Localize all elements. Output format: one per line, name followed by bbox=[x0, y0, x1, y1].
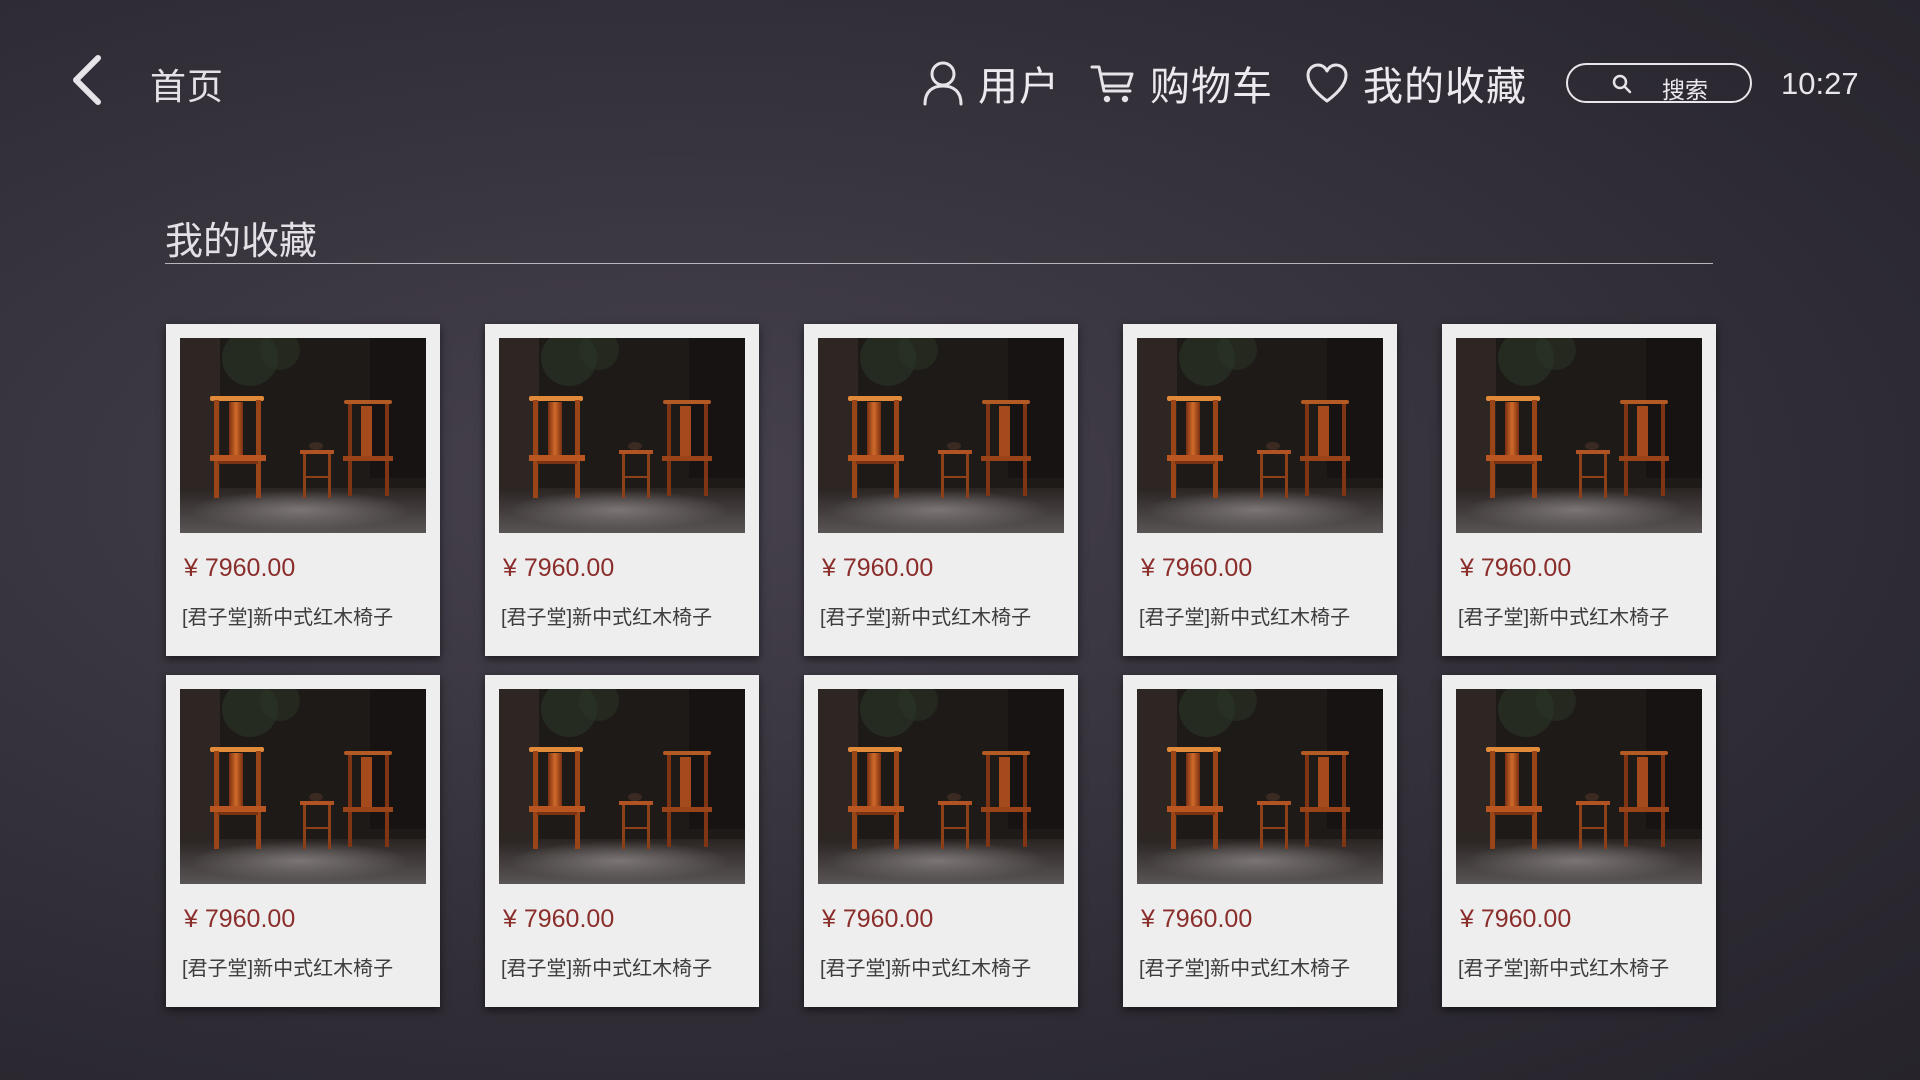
search-button[interactable]: 搜索 bbox=[1566, 63, 1752, 103]
favorites-grid: ¥ 7960.00 [君子堂]新中式红木椅子 ¥ 7960.00 [君子堂]新中… bbox=[166, 324, 1716, 1007]
product-name: [君子堂]新中式红木椅子 bbox=[501, 958, 713, 980]
product-price: ¥ 7960.00 bbox=[1460, 554, 1572, 582]
product-price: ¥ 7960.00 bbox=[503, 554, 615, 582]
product-name: [君子堂]新中式红木椅子 bbox=[820, 958, 1032, 980]
product-name: [君子堂]新中式红木椅子 bbox=[1139, 607, 1351, 629]
chair-set-photo bbox=[180, 689, 426, 884]
nav-user[interactable]: 用户 bbox=[922, 55, 1060, 111]
product-card-2[interactable]: ¥ 7960.00 [君子堂]新中式红木椅子 bbox=[485, 324, 759, 656]
home-label[interactable]: 首页 bbox=[150, 58, 224, 110]
chair-set-photo bbox=[1137, 338, 1383, 533]
product-image bbox=[180, 338, 426, 533]
product-card-3[interactable]: ¥ 7960.00 [君子堂]新中式红木椅子 bbox=[804, 324, 1078, 656]
user-icon bbox=[923, 61, 963, 106]
chair-set-photo bbox=[818, 689, 1064, 884]
product-card-6[interactable]: ¥ 7960.00 [君子堂]新中式红木椅子 bbox=[166, 675, 440, 1007]
search-icon bbox=[1612, 74, 1632, 94]
chair-set-photo bbox=[499, 689, 745, 884]
product-price: ¥ 7960.00 bbox=[503, 905, 615, 933]
product-name: [君子堂]新中式红木椅子 bbox=[1458, 958, 1670, 980]
section-divider bbox=[165, 263, 1713, 264]
chevron-left-icon bbox=[73, 55, 101, 105]
product-name: [君子堂]新中式红木椅子 bbox=[1458, 607, 1670, 629]
clock: 10:27 bbox=[1781, 66, 1859, 101]
product-card-1[interactable]: ¥ 7960.00 [君子堂]新中式红木椅子 bbox=[166, 324, 440, 656]
product-image bbox=[499, 689, 745, 884]
product-card-4[interactable]: ¥ 7960.00 [君子堂]新中式红木椅子 bbox=[1123, 324, 1397, 656]
nav-favorites[interactable]: 我的收藏 bbox=[1305, 55, 1527, 111]
product-image bbox=[818, 338, 1064, 533]
product-card-7[interactable]: ¥ 7960.00 [君子堂]新中式红木椅子 bbox=[485, 675, 759, 1007]
product-name: [君子堂]新中式红木椅子 bbox=[1139, 958, 1351, 980]
product-image bbox=[1456, 689, 1702, 884]
nav-cart[interactable]: 购物车 bbox=[1090, 55, 1273, 111]
back-button[interactable] bbox=[62, 52, 112, 108]
nav-user-label: 用户 bbox=[978, 65, 1060, 109]
nav-cart-label: 购物车 bbox=[1150, 65, 1273, 109]
nav-favorites-label: 我的收藏 bbox=[1363, 65, 1527, 109]
chair-set-photo bbox=[499, 338, 745, 533]
chair-set-photo bbox=[818, 338, 1064, 533]
product-name: [君子堂]新中式红木椅子 bbox=[820, 607, 1032, 629]
product-image bbox=[1137, 689, 1383, 884]
chair-set-photo bbox=[1137, 689, 1383, 884]
chair-set-photo bbox=[1456, 338, 1702, 533]
product-card-5[interactable]: ¥ 7960.00 [君子堂]新中式红木椅子 bbox=[1442, 324, 1716, 656]
product-price: ¥ 7960.00 bbox=[184, 554, 296, 582]
product-card-8[interactable]: ¥ 7960.00 [君子堂]新中式红木椅子 bbox=[804, 675, 1078, 1007]
product-price: ¥ 7960.00 bbox=[822, 905, 934, 933]
cart-icon bbox=[1090, 65, 1134, 103]
product-image bbox=[1456, 338, 1702, 533]
top-bar: 首页 用户 购物车 我的收藏 搜索 10:27 bbox=[0, 0, 1920, 170]
product-image bbox=[180, 689, 426, 884]
product-name: [君子堂]新中式红木椅子 bbox=[501, 607, 713, 629]
product-card-9[interactable]: ¥ 7960.00 [君子堂]新中式红木椅子 bbox=[1123, 675, 1397, 1007]
search-label: 搜索 bbox=[1662, 77, 1708, 103]
heart-icon bbox=[1306, 63, 1348, 103]
chair-set-photo bbox=[180, 338, 426, 533]
chair-set-photo bbox=[1456, 689, 1702, 884]
product-price: ¥ 7960.00 bbox=[1460, 905, 1572, 933]
product-image bbox=[1137, 338, 1383, 533]
product-name: [君子堂]新中式红木椅子 bbox=[182, 607, 394, 629]
product-price: ¥ 7960.00 bbox=[1141, 905, 1253, 933]
product-name: [君子堂]新中式红木椅子 bbox=[182, 958, 394, 980]
section-title: 我的收藏 bbox=[165, 221, 318, 263]
product-price: ¥ 7960.00 bbox=[822, 554, 934, 582]
product-price: ¥ 7960.00 bbox=[1141, 554, 1253, 582]
product-image bbox=[818, 689, 1064, 884]
product-card-10[interactable]: ¥ 7960.00 [君子堂]新中式红木椅子 bbox=[1442, 675, 1716, 1007]
product-price: ¥ 7960.00 bbox=[184, 905, 296, 933]
product-image bbox=[499, 338, 745, 533]
